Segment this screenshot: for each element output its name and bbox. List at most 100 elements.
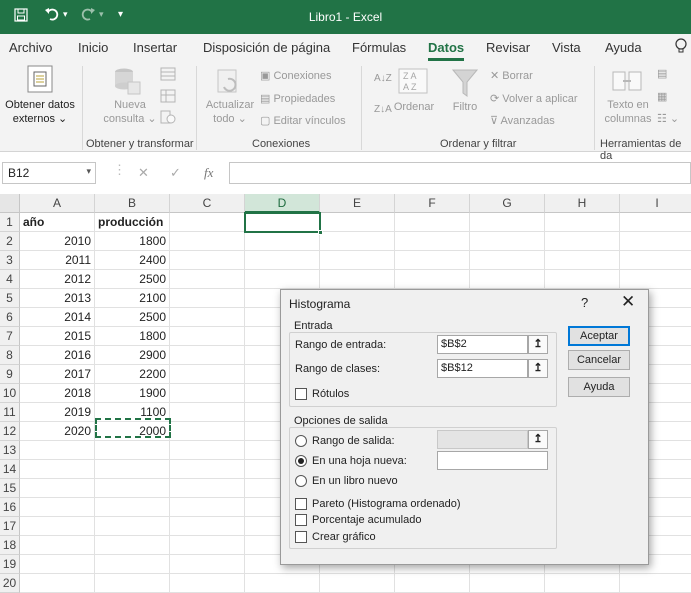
cell-i3[interactable] xyxy=(620,251,691,270)
cell-b3[interactable]: 2400 xyxy=(95,251,170,270)
column-header-c[interactable]: C xyxy=(170,194,245,213)
row-header-17[interactable]: 17 xyxy=(0,517,20,536)
column-header-i[interactable]: I xyxy=(620,194,691,213)
row-header-11[interactable]: 11 xyxy=(0,403,20,422)
cell-c11[interactable] xyxy=(170,403,245,422)
cell-f20[interactable] xyxy=(395,574,470,593)
close-icon[interactable]: ✕ xyxy=(621,292,635,312)
new-book-radio[interactable] xyxy=(295,475,307,487)
cell-b1[interactable]: producción xyxy=(95,213,170,232)
cell-b14[interactable] xyxy=(95,460,170,479)
cell-c12[interactable] xyxy=(170,422,245,441)
cell-e20[interactable] xyxy=(320,574,395,593)
cell-e1[interactable] xyxy=(320,213,395,232)
cell-b5[interactable]: 2100 xyxy=(95,289,170,308)
cell-b2[interactable]: 1800 xyxy=(95,232,170,251)
row-header-18[interactable]: 18 xyxy=(0,536,20,555)
cell-c6[interactable] xyxy=(170,308,245,327)
cell-b10[interactable]: 1900 xyxy=(95,384,170,403)
tab-formulas[interactable]: Fórmulas xyxy=(352,40,406,55)
cell-h4[interactable] xyxy=(545,270,620,289)
tab-disposicion[interactable]: Disposición de página xyxy=(203,40,330,55)
tab-vista[interactable]: Vista xyxy=(552,40,581,55)
cell-a15[interactable] xyxy=(20,479,95,498)
cell-c15[interactable] xyxy=(170,479,245,498)
row-header-9[interactable]: 9 xyxy=(0,365,20,384)
row-header-3[interactable]: 3 xyxy=(0,251,20,270)
row-header-20[interactable]: 20 xyxy=(0,574,20,593)
chevron-down-icon[interactable]: ▾ xyxy=(86,166,91,177)
row-header-1[interactable]: 1 xyxy=(0,213,20,232)
cell-b6[interactable]: 2500 xyxy=(95,308,170,327)
cell-c14[interactable] xyxy=(170,460,245,479)
active-cell-d1[interactable] xyxy=(244,212,321,233)
cell-h20[interactable] xyxy=(545,574,620,593)
tab-insertar[interactable]: Insertar xyxy=(133,40,177,55)
row-header-7[interactable]: 7 xyxy=(0,327,20,346)
cell-c20[interactable] xyxy=(170,574,245,593)
cell-a4[interactable]: 2012 xyxy=(20,270,95,289)
insert-function-icon[interactable]: fx xyxy=(204,165,213,181)
cell-a18[interactable] xyxy=(20,536,95,555)
collapse-dialog-icon[interactable]: ↥ xyxy=(528,430,548,449)
row-header-13[interactable]: 13 xyxy=(0,441,20,460)
cell-b18[interactable] xyxy=(95,536,170,555)
cell-e4[interactable] xyxy=(320,270,395,289)
cell-e2[interactable] xyxy=(320,232,395,251)
cell-a3[interactable]: 2011 xyxy=(20,251,95,270)
cell-h3[interactable] xyxy=(545,251,620,270)
cell-a10[interactable]: 2018 xyxy=(20,384,95,403)
cell-b20[interactable] xyxy=(95,574,170,593)
cell-h2[interactable] xyxy=(545,232,620,251)
cell-c1[interactable] xyxy=(170,213,245,232)
new-sheet-radio[interactable] xyxy=(295,455,307,467)
row-header-8[interactable]: 8 xyxy=(0,346,20,365)
row-header-5[interactable]: 5 xyxy=(0,289,20,308)
input-range-field[interactable]: $B$2 xyxy=(437,335,528,354)
cell-c10[interactable] xyxy=(170,384,245,403)
fill-handle[interactable] xyxy=(318,230,323,235)
cell-a17[interactable] xyxy=(20,517,95,536)
row-header-4[interactable]: 4 xyxy=(0,270,20,289)
cell-e3[interactable] xyxy=(320,251,395,270)
cell-g2[interactable] xyxy=(470,232,545,251)
cell-c4[interactable] xyxy=(170,270,245,289)
cell-b4[interactable]: 2500 xyxy=(95,270,170,289)
cell-f2[interactable] xyxy=(395,232,470,251)
row-header-12[interactable]: 12 xyxy=(0,422,20,441)
cell-b8[interactable]: 2900 xyxy=(95,346,170,365)
cancel-button[interactable]: Cancelar xyxy=(568,350,630,370)
row-header-14[interactable]: 14 xyxy=(0,460,20,479)
select-all-corner[interactable] xyxy=(0,194,20,213)
cell-a16[interactable] xyxy=(20,498,95,517)
cell-a1[interactable]: año xyxy=(20,213,95,232)
cell-c18[interactable] xyxy=(170,536,245,555)
cell-g20[interactable] xyxy=(470,574,545,593)
cell-c3[interactable] xyxy=(170,251,245,270)
row-header-19[interactable]: 19 xyxy=(0,555,20,574)
cell-c8[interactable] xyxy=(170,346,245,365)
cell-i1[interactable] xyxy=(620,213,691,232)
column-header-h[interactable]: H xyxy=(545,194,620,213)
column-header-f[interactable]: F xyxy=(395,194,470,213)
cell-b13[interactable] xyxy=(95,441,170,460)
get-external-data-button[interactable]: Obtener datos externos ⌄ xyxy=(2,98,78,126)
cell-c9[interactable] xyxy=(170,365,245,384)
cell-c7[interactable] xyxy=(170,327,245,346)
cell-a19[interactable] xyxy=(20,555,95,574)
cell-a14[interactable] xyxy=(20,460,95,479)
bin-range-field[interactable]: $B$12 xyxy=(437,359,528,378)
cell-f3[interactable] xyxy=(395,251,470,270)
cell-c19[interactable] xyxy=(170,555,245,574)
cell-a20[interactable] xyxy=(20,574,95,593)
cell-d4[interactable] xyxy=(245,270,320,289)
column-header-d[interactable]: D xyxy=(245,194,320,213)
row-header-16[interactable]: 16 xyxy=(0,498,20,517)
column-header-e[interactable]: E xyxy=(320,194,395,213)
cell-a13[interactable] xyxy=(20,441,95,460)
cell-b15[interactable] xyxy=(95,479,170,498)
cell-b17[interactable] xyxy=(95,517,170,536)
cell-f4[interactable] xyxy=(395,270,470,289)
tab-ayuda[interactable]: Ayuda xyxy=(605,40,642,55)
collapse-dialog-icon[interactable]: ↥ xyxy=(528,335,548,354)
